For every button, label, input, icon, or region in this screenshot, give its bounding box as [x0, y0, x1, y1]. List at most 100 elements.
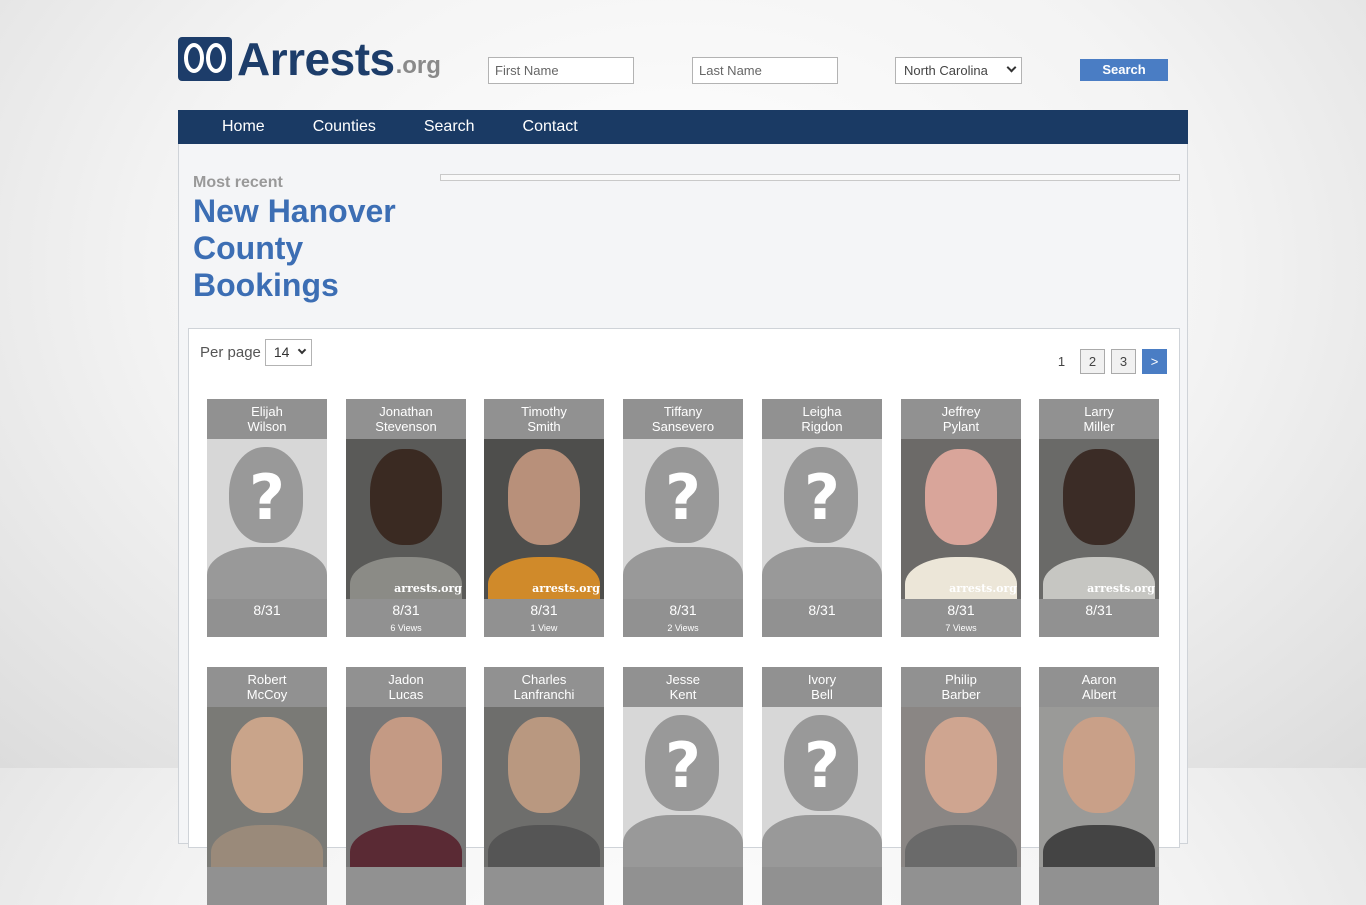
inmate-name[interactable]: Leigha Rigdon: [762, 399, 882, 439]
inmate-card[interactable]: Jesse Kent?: [623, 667, 743, 905]
inmate-first-name: Elijah: [251, 404, 283, 419]
main-content: Most recent New Hanover County Bookings …: [178, 144, 1188, 905]
next-page-button[interactable]: >: [1142, 349, 1167, 374]
view-count: 2 Views: [667, 623, 699, 633]
per-page-label: Per page: [200, 344, 261, 361]
watermark: arrests.org: [949, 582, 1017, 595]
inmate-name[interactable]: Jesse Kent: [623, 667, 743, 707]
main-nav: Home Counties Search Contact: [178, 110, 1188, 144]
inmate-first-name: Leigha: [802, 404, 842, 419]
inmate-name[interactable]: Elijah Wilson: [207, 399, 327, 439]
inmate-last-name: Albert: [1082, 687, 1116, 702]
mugshot-photo[interactable]: [484, 707, 604, 867]
watermark: arrests.org: [1087, 582, 1155, 595]
first-name-input[interactable]: [488, 57, 634, 84]
chevron-down-icon: [297, 345, 307, 355]
site-logo[interactable]: Arrests .org: [178, 34, 441, 84]
inmate-card[interactable]: Aaron Albert: [1039, 667, 1159, 905]
inmate-last-name: Pylant: [942, 419, 980, 434]
mugshot-photo[interactable]: arrests.org: [484, 439, 604, 599]
inmate-first-name: Tiffany: [663, 404, 703, 419]
inmate-last-name: Rigdon: [801, 419, 843, 434]
inmate-last-name: Barber: [941, 687, 981, 702]
mugshot-photo[interactable]: [346, 707, 466, 867]
mugshot-photo[interactable]: [207, 707, 327, 867]
page-title: New Hanover County Bookings: [193, 193, 396, 303]
inmate-name[interactable]: Larry Miller: [1039, 399, 1159, 439]
inmate-first-name: Jeffrey: [941, 404, 981, 419]
inmate-first-name: Jesse: [666, 672, 700, 687]
no-photo-silhouette-icon[interactable]: ?: [207, 439, 327, 599]
page-2[interactable]: 2: [1080, 349, 1105, 374]
booking-date: 8/31: [808, 602, 836, 618]
inmate-last-name: Miller: [1083, 419, 1115, 434]
watermark: arrests.org: [394, 582, 462, 595]
nav-home[interactable]: Home: [222, 118, 265, 136]
no-photo-silhouette-icon[interactable]: ?: [762, 439, 882, 599]
nav-counties[interactable]: Counties: [313, 118, 376, 136]
booking-date: 8/31: [1085, 602, 1113, 618]
inmate-card[interactable]: Jonathan Stevenson arrests.org 8/31 6 Views: [346, 399, 466, 637]
inmate-last-name: Kent: [669, 687, 697, 702]
inmate-card[interactable]: Elijah Wilson? 8/31: [207, 399, 327, 637]
per-page-value: 14: [273, 344, 290, 360]
inmate-name[interactable]: Philip Barber: [901, 667, 1021, 707]
mugshot-photo[interactable]: [1039, 707, 1159, 867]
view-count: 7 Views: [945, 623, 977, 633]
mugshot-photo[interactable]: [901, 707, 1021, 867]
no-photo-silhouette-icon[interactable]: ?: [762, 707, 882, 867]
mugshot-photo[interactable]: arrests.org: [1039, 439, 1159, 599]
ad-banner: [440, 174, 1180, 181]
state-select[interactable]: North Carolina: [895, 57, 1022, 84]
inmate-card[interactable]: Leigha Rigdon? 8/31: [762, 399, 882, 637]
inmate-name[interactable]: Aaron Albert: [1039, 667, 1159, 707]
inmate-first-name: Ivory: [807, 672, 837, 687]
inmate-card[interactable]: Ivory Bell?: [762, 667, 882, 905]
inmate-card[interactable]: Charles Lanfranchi: [484, 667, 604, 905]
inmate-card[interactable]: Jadon Lucas: [346, 667, 466, 905]
inmate-first-name: Timothy: [521, 404, 567, 419]
inmate-name[interactable]: Robert McCoy: [207, 667, 327, 707]
inmate-card[interactable]: Philip Barber: [901, 667, 1021, 905]
inmate-first-name: Philip: [945, 672, 977, 687]
inmate-card[interactable]: Robert McCoy: [207, 667, 327, 905]
booking-date: 8/31: [530, 602, 558, 618]
page: Arrests .org North Carolina Search Home …: [178, 0, 1188, 905]
inmate-first-name: Jadon: [388, 672, 424, 687]
nav-contact[interactable]: Contact: [523, 118, 578, 136]
last-name-input[interactable]: [692, 57, 838, 84]
no-photo-silhouette-icon[interactable]: ?: [623, 707, 743, 867]
inmate-first-name: Robert: [247, 672, 287, 687]
booking-date: 8/31: [669, 602, 697, 618]
search-button[interactable]: Search: [1080, 59, 1168, 81]
inmate-name[interactable]: Tiffany Sansevero: [623, 399, 743, 439]
inmate-name[interactable]: Timothy Smith: [484, 399, 604, 439]
inmate-name[interactable]: Jadon Lucas: [346, 667, 466, 707]
page-3[interactable]: 3: [1111, 349, 1136, 374]
inmate-last-name: Lucas: [388, 687, 424, 702]
pagination: 1 2 3 >: [1043, 349, 1167, 374]
inmate-name[interactable]: Jonathan Stevenson: [346, 399, 466, 439]
inmate-first-name: Jonathan: [379, 404, 433, 419]
mugshot-photo[interactable]: arrests.org: [346, 439, 466, 599]
inmate-first-name: Charles: [521, 672, 567, 687]
inmate-name[interactable]: Charles Lanfranchi: [484, 667, 604, 707]
inmate-last-name: Wilson: [247, 419, 287, 434]
inmate-card[interactable]: Timothy Smith arrests.org 8/31 1 View: [484, 399, 604, 637]
inmate-card[interactable]: Tiffany Sansevero? 8/31 2 Views: [623, 399, 743, 637]
bookings-panel: Per page 14 1 2 3 > Elijah Wilson? 8/31 Jon…: [188, 328, 1180, 905]
inmate-card[interactable]: Jeffrey Pylant arrests.org 8/31 7 Views: [901, 399, 1021, 637]
inmate-last-name: McCoy: [246, 687, 288, 702]
no-photo-silhouette-icon[interactable]: ?: [623, 439, 743, 599]
page-1: 1: [1057, 354, 1066, 369]
nav-search[interactable]: Search: [424, 118, 475, 136]
inmate-card[interactable]: Larry Miller arrests.org 8/31: [1039, 399, 1159, 637]
header: Arrests .org North Carolina Search: [178, 0, 1188, 110]
view-count: 6 Views: [390, 623, 422, 633]
per-page-select[interactable]: 14: [264, 339, 312, 366]
booking-date: 8/31: [392, 602, 420, 618]
handcuffs-icon: [178, 37, 232, 81]
mugshot-photo[interactable]: arrests.org: [901, 439, 1021, 599]
inmate-name[interactable]: Ivory Bell: [762, 667, 882, 707]
inmate-name[interactable]: Jeffrey Pylant: [901, 399, 1021, 439]
